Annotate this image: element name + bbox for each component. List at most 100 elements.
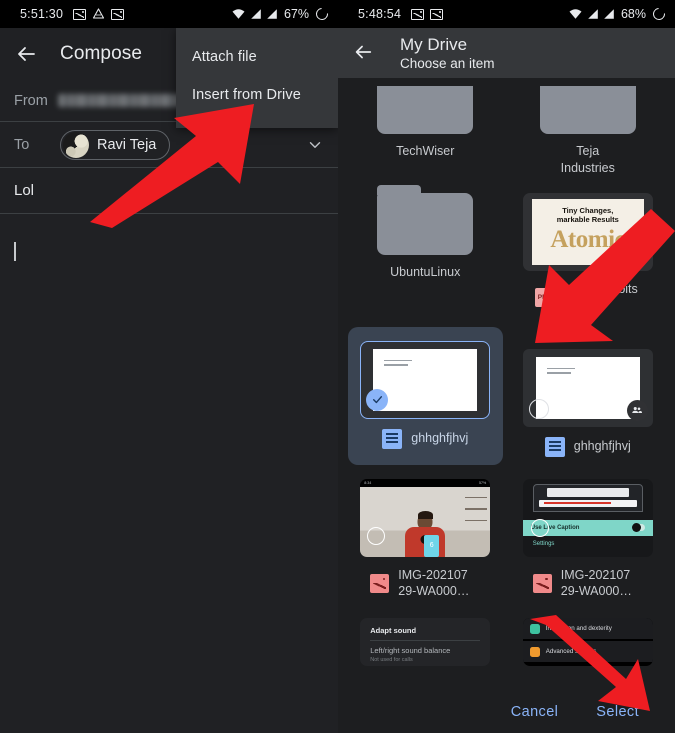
item-label-row: ghhghfjhvj <box>544 436 631 457</box>
page-title: My Drive <box>400 34 468 54</box>
page-subtitle: Choose an item <box>400 55 495 71</box>
drive-title-block: My Drive Choose an item <box>400 35 495 71</box>
popup-card-shape <box>546 487 629 497</box>
image-file-icon <box>370 573 390 593</box>
photo-scene: 6 <box>360 486 491 557</box>
unselected-circle-icon[interactable] <box>367 526 386 545</box>
list-item[interactable]: Tiny Changes, markable Results Atomic PD… <box>511 177 666 315</box>
doc-text-lines <box>546 367 575 374</box>
avatar <box>63 131 89 158</box>
unselected-circle-icon[interactable] <box>530 518 549 537</box>
item-label: Atomic habits ( PD… <box>562 281 638 313</box>
progress-bar-shape <box>538 499 637 507</box>
accessibility-row: Interaction and dexterity <box>522 618 653 640</box>
picker-action-bar: Cancel Select <box>338 691 675 733</box>
image-thumbnail: 8:34 57% 6 <box>360 478 491 557</box>
divider <box>370 640 481 642</box>
item-label: ghhghfjhvj <box>411 431 469 446</box>
cover-line-1: Tiny Changes, <box>562 205 614 215</box>
lamp-shape <box>364 513 378 527</box>
list-item[interactable]: TechWiser <box>348 78 503 177</box>
status-notification-icons <box>411 8 444 20</box>
menu-item-attach-file[interactable]: Attach file <box>176 38 338 76</box>
settings-label: Settings <box>532 540 555 547</box>
image-icon <box>111 8 125 20</box>
status-bar-left: 5:51:30 67% <box>0 0 338 28</box>
list-item[interactable]: ghhghfjhvj <box>511 327 666 465</box>
select-button[interactable]: Select <box>596 704 639 720</box>
shared-people-icon <box>626 399 648 421</box>
text-cursor <box>14 242 16 261</box>
screenshot-window <box>532 483 643 512</box>
drive-icon <box>92 8 105 20</box>
doc-text-lines <box>384 359 413 366</box>
inner-time: 8:34 <box>364 480 372 485</box>
subject-value: Lol <box>14 182 35 199</box>
teal-icon <box>529 623 540 634</box>
list-item[interactable]: Teja Industries <box>511 78 666 177</box>
item-label-row: ghhghfjhvj <box>382 428 469 449</box>
selected-check-icon[interactable] <box>366 388 389 411</box>
recipient-chip[interactable]: Ravi Teja <box>60 129 171 160</box>
doc-page-preview <box>535 356 640 419</box>
page-title: Compose <box>60 43 143 64</box>
menu-item-insert-from-drive[interactable]: Insert from Drive <box>176 76 338 114</box>
cover-title: Atomic <box>550 225 626 253</box>
item-label: UbuntuLinux <box>390 264 461 279</box>
phone-in-photo: 6 <box>424 534 440 557</box>
inner-battery: 57% <box>479 480 487 485</box>
back-arrow-icon[interactable] <box>14 42 38 66</box>
battery-icon <box>313 5 331 23</box>
google-docs-icon <box>544 436 565 457</box>
back-arrow-icon[interactable] <box>352 41 376 65</box>
compose-body[interactable] <box>0 214 338 261</box>
row-label: Interaction and dexterity <box>545 625 612 633</box>
list-item[interactable]: Interaction and dexterity Advanced setti… <box>511 600 666 667</box>
item-label: Teja Industries <box>560 144 615 175</box>
signal-icon <box>250 8 262 20</box>
doc-thumbnail <box>522 348 653 427</box>
item-label-row: IMG-202107 29-WA000… <box>532 567 643 601</box>
status-bar-right: 5:48:54 68% <box>338 0 675 28</box>
to-label: To <box>14 136 30 153</box>
thumb-line-3: Not used for calls <box>370 657 413 664</box>
image-file-icon <box>532 573 552 593</box>
doc-page-preview <box>373 348 478 411</box>
signal-icon <box>603 8 615 20</box>
status-notification-icons <box>73 8 125 20</box>
inner-status-bar: 8:34 57% <box>360 478 491 487</box>
list-item[interactable]: 8:34 57% 6 IMG-202107 29-WA000… <box>348 465 503 601</box>
thumb-line-2: Left/right sound balance <box>370 646 451 656</box>
subject-field-row[interactable]: Lol <box>0 168 338 214</box>
image-thumbnail: Use Live Caption Settings <box>522 478 653 557</box>
dual-screenshot: 5:51:30 67% Compose From To Ravi Teja Lo… <box>0 0 675 733</box>
google-docs-icon <box>382 428 403 449</box>
unselected-circle-icon[interactable] <box>528 398 549 419</box>
wifi-icon <box>231 8 246 20</box>
list-item[interactable]: Adapt sound Left/right sound balance Not… <box>348 600 503 667</box>
book-cover: Tiny Changes, markable Results Atomic <box>531 198 644 265</box>
list-item[interactable]: UbuntuLinux <box>348 177 503 315</box>
shelf-shape <box>465 496 488 552</box>
cancel-button[interactable]: Cancel <box>511 704 559 720</box>
list-item[interactable]: Use Live Caption Settings IMG-202107 29-… <box>511 465 666 601</box>
battery-icon <box>650 5 668 23</box>
folder-icon <box>539 86 636 134</box>
drive-item-grid: TechWiser Teja Industries UbuntuLinux Ti… <box>338 78 675 667</box>
status-system-icons: 67% <box>231 5 331 23</box>
orange-icon <box>529 646 540 657</box>
image-thumbnail-partial: Adapt sound Left/right sound balance Not… <box>360 618 491 667</box>
attachment-menu: Attach file Insert from Drive <box>176 28 338 128</box>
status-time: 5:48:54 <box>358 7 402 21</box>
image-icon <box>73 8 87 20</box>
folder-icon <box>377 86 474 134</box>
item-label-row: IMG-202107 29-WA000… <box>370 567 480 601</box>
thumb-line-1: Adapt sound <box>370 626 417 636</box>
item-label: IMG-202107 29-WA000… <box>560 567 632 599</box>
list-item-selected[interactable]: ghhghfjhvj <box>348 326 503 465</box>
drive-app-bar: My Drive Choose an item <box>338 28 675 78</box>
to-field-row[interactable]: To Ravi Teja <box>0 122 338 168</box>
chevron-down-icon[interactable] <box>306 136 324 154</box>
